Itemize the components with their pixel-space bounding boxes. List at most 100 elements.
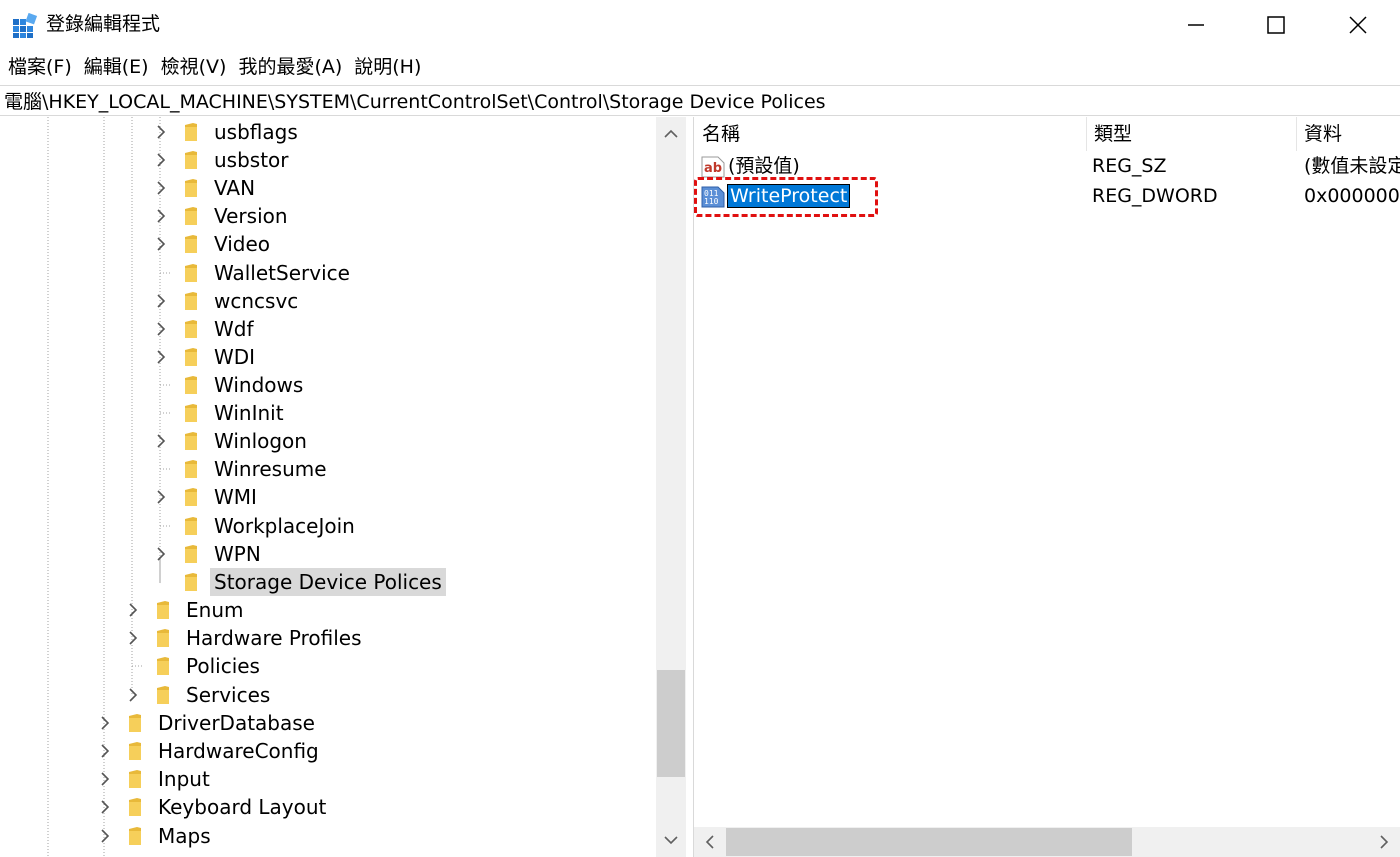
tree-item-label: Enum bbox=[186, 598, 244, 622]
menu-file[interactable]: 檔案(F) bbox=[2, 50, 78, 84]
tree-item-label: Storage Device Polices bbox=[210, 568, 446, 596]
folder-icon bbox=[185, 151, 197, 169]
tree-item-label: VAN bbox=[214, 176, 256, 200]
tree-item[interactable]: Hardware Profiles bbox=[126, 624, 366, 652]
chevron-right-icon[interactable] bbox=[98, 800, 112, 814]
close-button[interactable] bbox=[1318, 0, 1398, 50]
tree-item[interactable]: WDI bbox=[154, 343, 259, 371]
tree-item[interactable]: HardwareConfig bbox=[98, 737, 323, 765]
tree-item-label: Version bbox=[214, 204, 288, 228]
chevron-right-icon[interactable] bbox=[154, 125, 168, 139]
chevron-right-icon[interactable] bbox=[154, 294, 168, 308]
folder-icon bbox=[185, 517, 197, 535]
minimize-button[interactable] bbox=[1156, 0, 1236, 50]
chevron-right-icon[interactable] bbox=[98, 829, 112, 843]
chevron-right-icon[interactable] bbox=[126, 688, 140, 702]
tree-item[interactable]: usbstor bbox=[154, 146, 293, 174]
chevron-right-icon[interactable] bbox=[98, 716, 112, 730]
chevron-right-icon[interactable] bbox=[154, 547, 168, 561]
tree-item[interactable]: VAN bbox=[154, 174, 259, 202]
tree-item[interactable]: Services bbox=[126, 681, 274, 709]
tree-item[interactable]: WMI bbox=[154, 483, 261, 511]
tree-item-label: WorkplaceJoin bbox=[214, 514, 355, 538]
tree-item[interactable]: WPN bbox=[154, 540, 265, 568]
value-type: REG_SZ bbox=[1092, 155, 1167, 177]
chevron-right-icon[interactable] bbox=[126, 603, 140, 617]
folder-icon bbox=[157, 601, 169, 619]
chevron-right-icon[interactable] bbox=[154, 434, 168, 448]
scroll-down-button[interactable] bbox=[656, 823, 686, 857]
tree-vertical-scrollbar[interactable] bbox=[656, 117, 686, 857]
tree-item-label: Hardware Profiles bbox=[186, 626, 362, 650]
folder-icon bbox=[157, 686, 169, 704]
menu-edit[interactable]: 編輯(E) bbox=[78, 50, 155, 84]
tree-item-label: Winlogon bbox=[214, 429, 307, 453]
chevron-right-icon[interactable] bbox=[98, 744, 112, 758]
folder-icon bbox=[185, 376, 197, 394]
scroll-up-button[interactable] bbox=[656, 117, 686, 151]
menu-help[interactable]: 說明(H) bbox=[348, 50, 427, 84]
tree-item[interactable]: Windows bbox=[154, 371, 307, 399]
column-header-name[interactable]: 名稱 bbox=[694, 117, 1086, 151]
chevron-right-icon[interactable] bbox=[154, 490, 168, 504]
window-title: 登錄編輯程式 bbox=[46, 13, 161, 35]
folder-icon bbox=[185, 123, 197, 141]
chevron-right-icon[interactable] bbox=[126, 631, 140, 645]
value-type: REG_DWORD bbox=[1092, 185, 1218, 207]
scroll-thumb[interactable] bbox=[657, 670, 685, 777]
chevron-right-icon[interactable] bbox=[98, 772, 112, 786]
key-tree: usbflags usbstor VAN Version Video Walle… bbox=[0, 117, 686, 857]
scroll-right-button[interactable] bbox=[1368, 827, 1400, 857]
scroll-thumb[interactable] bbox=[726, 828, 1132, 856]
folder-icon bbox=[185, 292, 197, 310]
scroll-left-button[interactable] bbox=[694, 827, 726, 857]
tree-item[interactable]: Version bbox=[154, 202, 292, 230]
list-horizontal-scrollbar[interactable] bbox=[694, 827, 1400, 857]
address-path[interactable]: 電腦\HKEY_LOCAL_MACHINE\SYSTEM\CurrentCont… bbox=[4, 87, 826, 114]
tree-item[interactable]: usbflags bbox=[154, 118, 302, 146]
tree-item[interactable]: Keyboard Layout bbox=[98, 793, 330, 821]
tree-item[interactable]: WinInit bbox=[154, 399, 288, 427]
folder-icon bbox=[157, 629, 169, 647]
chevron-right-icon[interactable] bbox=[154, 153, 168, 167]
column-header-data[interactable]: 資料 bbox=[1296, 117, 1400, 151]
string-value-icon: ab bbox=[701, 156, 725, 178]
tree-item[interactable]: Wdf bbox=[154, 315, 258, 343]
tree-item[interactable]: Enum bbox=[126, 596, 247, 624]
tree-item[interactable]: WalletService bbox=[154, 259, 354, 287]
folder-icon bbox=[185, 432, 197, 450]
chevron-right-icon[interactable] bbox=[154, 237, 168, 251]
address-bar[interactable]: 電腦\HKEY_LOCAL_MACHINE\SYSTEM\CurrentCont… bbox=[0, 85, 1400, 116]
tree-item-selected[interactable]: Storage Device Polices bbox=[154, 568, 446, 596]
tree-item[interactable]: DriverDatabase bbox=[98, 709, 319, 737]
maximize-button[interactable] bbox=[1236, 0, 1316, 50]
menu-view[interactable]: 檢視(V) bbox=[155, 50, 233, 84]
tree-item-label: WDI bbox=[214, 345, 256, 369]
close-icon bbox=[1349, 16, 1367, 34]
folder-icon bbox=[185, 573, 197, 591]
tree-item[interactable]: Winlogon bbox=[154, 427, 311, 455]
tree-item[interactable]: Input bbox=[98, 765, 214, 793]
column-header-type[interactable]: 類型 bbox=[1086, 117, 1296, 151]
chevron-right-icon[interactable] bbox=[154, 322, 168, 336]
folder-icon bbox=[185, 460, 197, 478]
tree-item[interactable]: WorkplaceJoin bbox=[154, 512, 359, 540]
tree-item[interactable]: Winresume bbox=[154, 455, 331, 483]
annotation-highlight-box bbox=[694, 177, 878, 217]
chevron-right-icon[interactable] bbox=[154, 350, 168, 364]
folder-icon bbox=[185, 404, 197, 422]
chevron-right-icon[interactable] bbox=[154, 181, 168, 195]
menu-bar: 檔案(F) 編輯(E) 檢視(V) 我的最愛(A) 說明(H) bbox=[0, 50, 1400, 84]
tree-item-label: Winresume bbox=[214, 457, 327, 481]
svg-text:ab: ab bbox=[704, 161, 722, 176]
tree-item-label: Policies bbox=[186, 654, 260, 678]
tree-item[interactable]: Policies bbox=[126, 652, 264, 680]
pane-splitter[interactable] bbox=[686, 117, 694, 857]
tree-item-label: usbflags bbox=[214, 120, 298, 144]
tree-item[interactable]: wcncsvc bbox=[154, 287, 302, 315]
tree-item-label: HardwareConfig bbox=[158, 739, 319, 763]
tree-item[interactable]: Video bbox=[154, 230, 274, 258]
chevron-right-icon[interactable] bbox=[154, 209, 168, 223]
tree-item[interactable]: Maps bbox=[98, 822, 215, 850]
menu-favorites[interactable]: 我的最愛(A) bbox=[232, 50, 348, 84]
